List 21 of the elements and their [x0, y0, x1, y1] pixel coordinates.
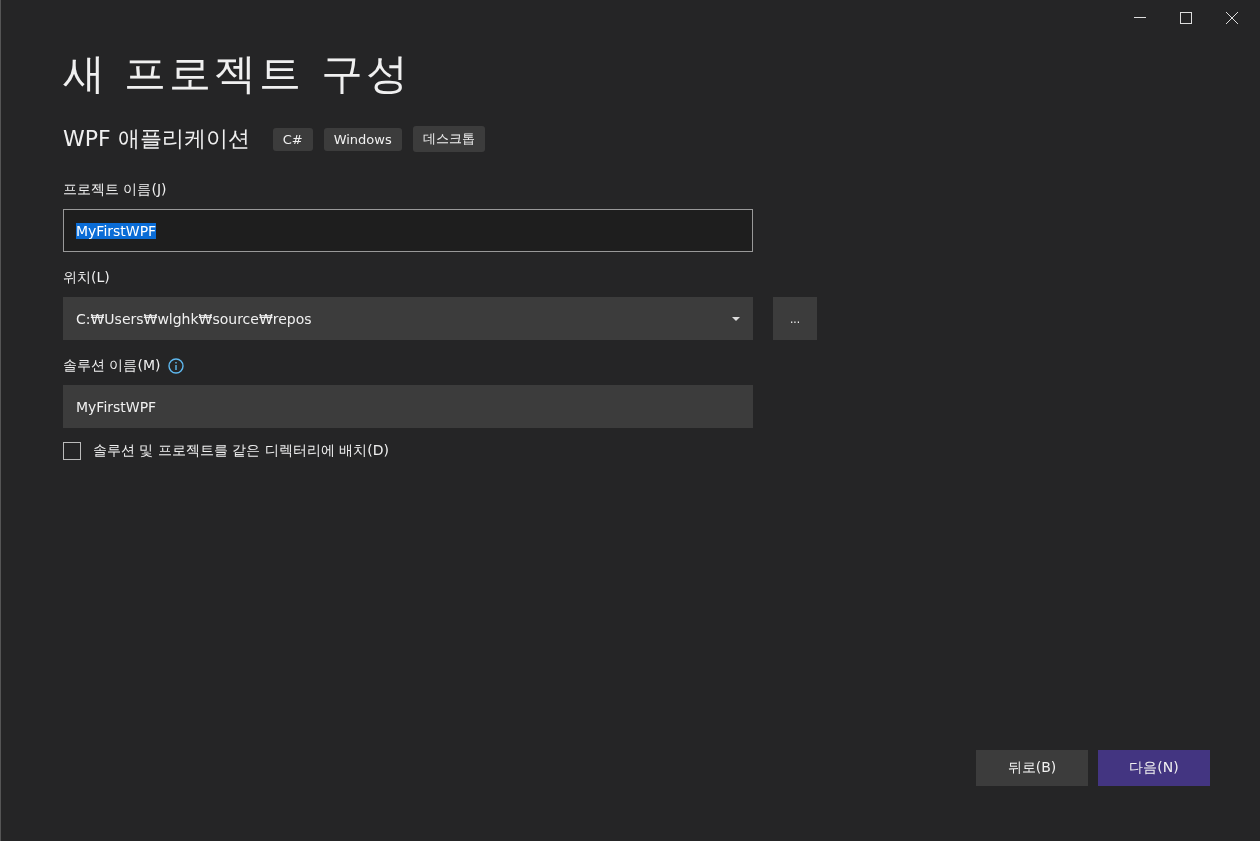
tag: Windows — [323, 127, 402, 151]
location-dropdown[interactable]: C:₩Users₩wlghk₩source₩repos — [63, 297, 753, 340]
back-button[interactable]: 뒤로(B) — [976, 750, 1088, 786]
info-icon[interactable] — [168, 358, 185, 374]
text-field[interactable]: MyFirstWPF — [63, 385, 753, 428]
caret-icon — [732, 316, 740, 321]
field-label: 위치(L) — [63, 269, 110, 287]
checkbox-label: 솔루션 및 프로젝트를 같은 디렉터리에 배치(D) — [93, 442, 389, 460]
tag: 데스크톱 — [412, 126, 485, 152]
browse-button[interactable]: ... — [773, 297, 817, 340]
field-label: 솔루션 이름(M) — [63, 357, 161, 375]
field-label: 프로젝트 이름(J) — [63, 181, 167, 199]
checkbox[interactable] — [63, 442, 81, 460]
text-field[interactable]: MyFirstWPF — [63, 209, 753, 252]
tag: C# — [272, 127, 313, 151]
close-icon[interactable] — [1226, 12, 1238, 24]
window-title: 새 프로젝트 구성 — [63, 48, 412, 100]
template-name: WPF 애플리케이션 — [63, 125, 250, 153]
next-button[interactable]: 다음(N) — [1098, 750, 1210, 786]
maximize-icon[interactable] — [1180, 12, 1192, 24]
minimize-icon[interactable] — [1134, 17, 1146, 19]
